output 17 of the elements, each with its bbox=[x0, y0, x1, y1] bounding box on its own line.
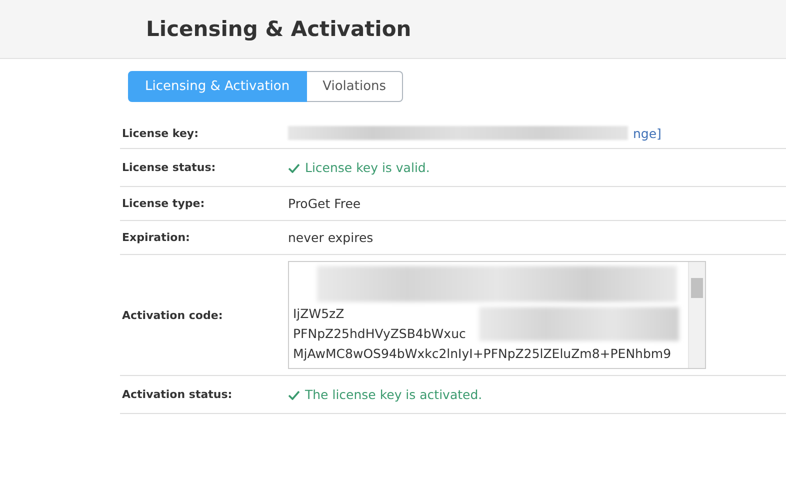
field-value: ProGet Free bbox=[288, 196, 361, 211]
field-label: License status: bbox=[121, 161, 217, 174]
status-text: License key is valid. bbox=[305, 160, 430, 175]
change-link[interactable]: nge] bbox=[633, 126, 662, 140]
field-label: License key: bbox=[121, 126, 200, 140]
status-text: The license key is activated. bbox=[305, 387, 482, 402]
field-label: Expiration: bbox=[121, 231, 191, 244]
field-label: License type: bbox=[121, 197, 206, 210]
field-label: Activation status: bbox=[121, 388, 234, 401]
scrollbar[interactable] bbox=[688, 262, 705, 368]
field-value: never expires bbox=[288, 230, 374, 245]
tab[interactable]: Violations bbox=[306, 71, 404, 102]
field-label: Activation code: bbox=[121, 308, 224, 322]
activation-code-field[interactable]: IjZW5zZ PFNpZ25hdHVyZSB4bWxuc MjAwMC8wOS94bWxkc2lnIyI+PFNpZ25lZEluZm8+PENhbm9 bbox=[288, 261, 706, 369]
check-icon bbox=[288, 390, 300, 400]
check-icon bbox=[288, 162, 300, 172]
page-title: Licensing & Activation bbox=[146, 17, 412, 41]
